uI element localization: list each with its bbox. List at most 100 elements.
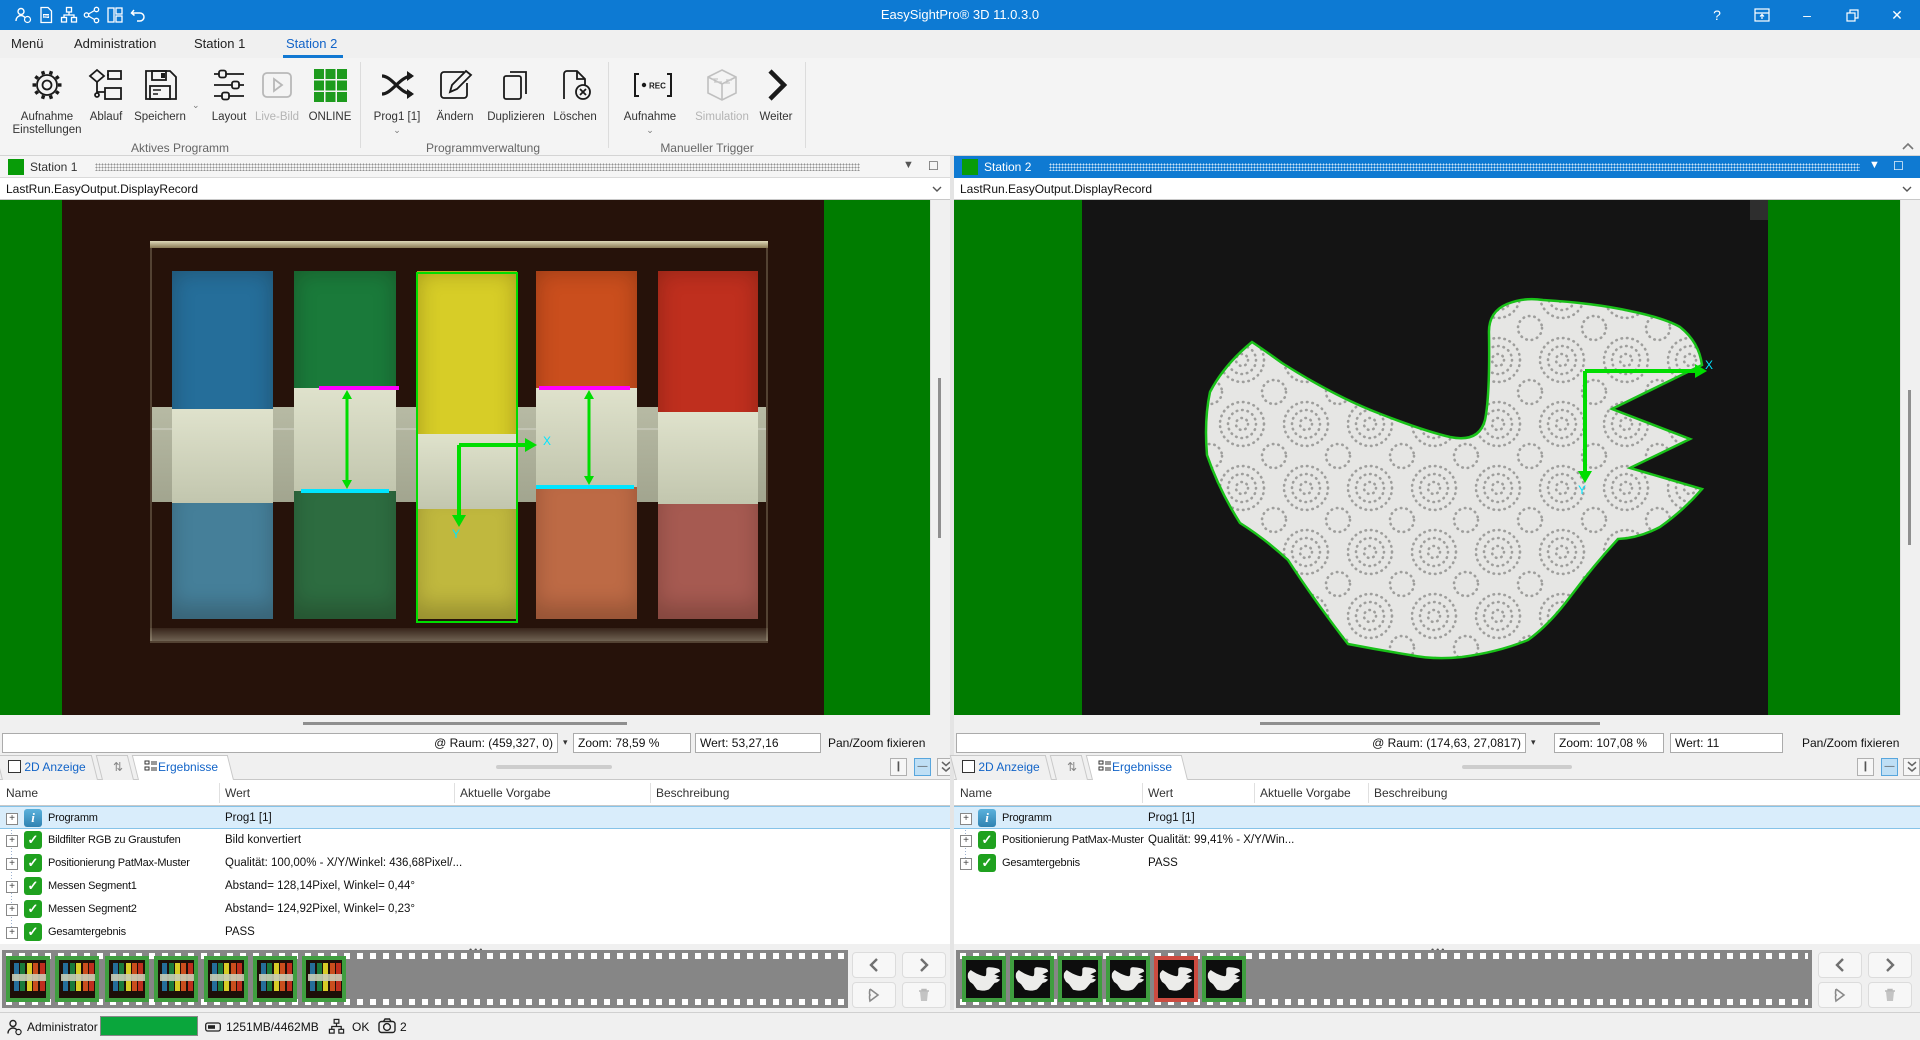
info-icon: i — [24, 809, 42, 827]
station1-horizontal-scrollbar[interactable] — [0, 715, 950, 731]
filmstrip-thumbnail[interactable] — [1058, 956, 1102, 1002]
station2-tab-2d-anzeige[interactable]: 2D Anzeige — [956, 755, 1052, 780]
expand-icon[interactable]: + — [960, 835, 972, 847]
memory-icon — [205, 1022, 223, 1040]
station2-header-dropdown-icon[interactable]: ▼ — [1869, 159, 1880, 171]
expand-icon[interactable]: + — [6, 835, 18, 847]
station2-image-view[interactable]: XY — [954, 200, 1920, 715]
station2-prev-button[interactable] — [1818, 952, 1862, 978]
station1-status-row: @ Raum: (459,327, 0) ▾ Zoom: 78,59 % Wer… — [0, 731, 950, 755]
station1-header-texture — [95, 163, 860, 171]
expand-icon[interactable]: + — [6, 904, 18, 916]
station1-layout-vertical-button[interactable]: ❙ — [890, 758, 907, 776]
station2-delete-button[interactable] — [1868, 982, 1912, 1008]
station1-tab-sort[interactable]: ⇅ — [102, 755, 134, 780]
table-row[interactable]: +✓Positionierung PatMax-MusterQualität: … — [0, 852, 950, 875]
filmstrip-thumbnail[interactable] — [1106, 956, 1150, 1002]
table-row[interactable]: +✓Positionierung PatMax-MusterQualität: … — [954, 829, 1920, 852]
filmstrip-thumbnail[interactable] — [105, 956, 149, 1002]
station2-tab-ergebnisse[interactable]: Ergebnisse — [1092, 755, 1188, 780]
station2-results-table: +iProgrammProg1 [1]+✓Positionierung PatM… — [954, 806, 1920, 944]
filmstrip-thumbnail[interactable] — [302, 956, 346, 1002]
svg-text:Y: Y — [1578, 483, 1586, 497]
filmstrip-thumbnail[interactable] — [1010, 956, 1054, 1002]
station2-header-maximize-icon[interactable]: ☐ — [1893, 159, 1904, 173]
expand-icon[interactable]: + — [6, 881, 18, 893]
station1-vertical-scrollbar[interactable] — [930, 200, 950, 715]
station1-header-maximize-icon[interactable]: ☐ — [928, 159, 939, 173]
station2-zoom-field[interactable]: Zoom: 107,08 % — [1554, 733, 1664, 753]
station1-2d-checkbox[interactable] — [8, 760, 21, 773]
filmstrip-thumbnail[interactable] — [253, 956, 297, 1002]
station1-raum-field[interactable]: @ Raum: (459,327, 0) — [2, 733, 558, 753]
station2-splitter-grip[interactable] — [1462, 765, 1572, 769]
station2-layout-vertical-button[interactable]: ❙ — [1857, 758, 1874, 776]
station2-record-dropdown-icon — [1902, 186, 1912, 192]
station2-tab-sort[interactable]: ⇅ — [1056, 755, 1088, 780]
table-row[interactable]: +✓Bildfilter RGB zu GraustufenBild konve… — [0, 829, 950, 852]
table-row[interactable]: +✓GesamtergebnisPASS — [954, 852, 1920, 875]
station1-record-value: LastRun.EasyOutput.DisplayRecord — [6, 182, 198, 196]
station1-raum-dropdown-icon[interactable]: ▾ — [563, 737, 568, 748]
station1-tab-ergebnisse[interactable]: Ergebnisse — [138, 755, 234, 780]
app-status-bar: Administrator 1251MB/4462MB OK 2 — [0, 1012, 1920, 1040]
table-row[interactable]: +iProgrammProg1 [1] — [954, 806, 1920, 829]
svg-text:Y: Y — [452, 527, 460, 541]
expand-icon[interactable]: + — [6, 927, 18, 939]
station2-annotations: XY — [954, 200, 1920, 715]
station1-tab-2d-anzeige[interactable]: 2D Anzeige — [2, 755, 98, 780]
station2-raum-dropdown-icon[interactable]: ▾ — [1531, 737, 1536, 748]
progress-bar — [100, 1016, 198, 1036]
station1-header[interactable]: Station 1 ▼ ☐ — [0, 156, 950, 178]
station1-record-dropdown[interactable]: LastRun.EasyOutput.DisplayRecord — [0, 178, 950, 200]
station2-collapse-button[interactable] — [1903, 758, 1920, 776]
station2-2d-checkbox[interactable] — [962, 760, 975, 773]
station2-results-header: Name Wert Aktuelle Vorgabe Beschreibung — [954, 780, 1920, 806]
station2-raum-field[interactable]: @ Raum: (174,63, 27,0817) — [956, 733, 1526, 753]
station1-panzoom-fix-label[interactable]: Pan/Zoom fixieren — [828, 736, 925, 750]
filmstrip-thumbnail[interactable] — [962, 956, 1006, 1002]
station1-delete-button[interactable] — [902, 982, 946, 1008]
check-icon: ✓ — [24, 831, 42, 849]
station1-play-button[interactable] — [852, 982, 896, 1008]
station2-record-value: LastRun.EasyOutput.DisplayRecord — [960, 182, 1152, 196]
station2-header[interactable]: Station 2 ▼ ☐ — [954, 156, 1920, 178]
station1-panel: Station 1 ▼ ☐ LastRun.EasyOutput.Display… — [0, 0, 950, 1040]
station1-next-button[interactable] — [902, 952, 946, 978]
station2-next-button[interactable] — [1868, 952, 1912, 978]
station2-horizontal-scrollbar[interactable] — [954, 715, 1920, 731]
station1-annotations: XY — [0, 200, 950, 715]
filmstrip-thumbnail[interactable] — [6, 956, 50, 1002]
table-row[interactable]: +✓Messen Segment1Abstand= 128,14Pixel, W… — [0, 875, 950, 898]
station1-layout-horizontal-button[interactable]: — — [914, 758, 931, 776]
expand-icon[interactable]: + — [960, 858, 972, 870]
station1-image-view[interactable]: XY — [0, 200, 950, 715]
table-row[interactable]: +iProgrammProg1 [1] — [0, 806, 950, 829]
station2-panzoom-fix-label[interactable]: Pan/Zoom fixieren — [1802, 736, 1899, 750]
station2-header-label: Station 2 — [984, 160, 1031, 174]
table-row[interactable]: +✓Messen Segment2Abstand= 124,92Pixel, W… — [0, 898, 950, 921]
station2-play-button[interactable] — [1818, 982, 1862, 1008]
station1-zoom-field[interactable]: Zoom: 78,59 % — [573, 733, 691, 753]
station1-filmstrip[interactable] — [2, 950, 848, 1008]
station2-ergebnisse-icon — [1098, 760, 1112, 772]
filmstrip-thumbnail[interactable] — [55, 956, 99, 1002]
filmstrip-thumbnail[interactable] — [154, 956, 198, 1002]
station1-prev-button[interactable] — [852, 952, 896, 978]
station2-record-dropdown[interactable]: LastRun.EasyOutput.DisplayRecord — [954, 178, 1920, 200]
station2-layout-horizontal-button[interactable]: — — [1881, 758, 1898, 776]
expand-icon[interactable]: + — [6, 813, 18, 825]
station1-header-dropdown-icon[interactable]: ▼ — [903, 159, 914, 171]
station2-wert-field[interactable]: Wert: 11 — [1670, 733, 1783, 753]
filmstrip-thumbnail[interactable] — [204, 956, 248, 1002]
station2-vertical-scrollbar[interactable] — [1900, 200, 1920, 715]
camera-icon — [378, 1018, 396, 1036]
filmstrip-thumbnail[interactable] — [1154, 956, 1198, 1002]
filmstrip-thumbnail[interactable] — [1202, 956, 1246, 1002]
expand-icon[interactable]: + — [6, 858, 18, 870]
station1-wert-field[interactable]: Wert: 53,27,16 — [695, 733, 821, 753]
table-row[interactable]: +✓GesamtergebnisPASS — [0, 921, 950, 944]
station2-filmstrip[interactable] — [956, 950, 1812, 1008]
expand-icon[interactable]: + — [960, 813, 972, 825]
station1-splitter-grip[interactable] — [496, 765, 612, 769]
